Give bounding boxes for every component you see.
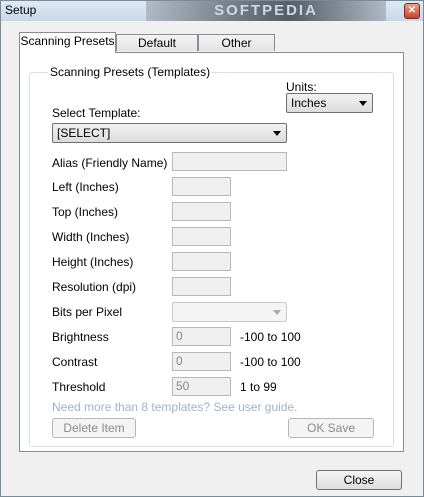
softpedia-watermark: SOFTPEDIA	[146, 1, 386, 21]
chevron-down-icon	[359, 101, 367, 106]
template-value: [SELECT]	[57, 126, 111, 140]
group-title: Scanning Presets (Templates)	[48, 65, 213, 79]
resolution-field[interactable]	[172, 277, 231, 296]
ok-save-button[interactable]: OK Save	[288, 418, 374, 438]
top-field[interactable]	[172, 202, 231, 221]
bits-label: Bits per Pixel	[52, 305, 123, 319]
height-field[interactable]	[172, 252, 231, 271]
tab-default-folders[interactable]: Default Folders	[116, 34, 198, 67]
threshold-field[interactable]: 50	[172, 377, 231, 396]
user-guide-link[interactable]: Need more than 8 templates? See user gui…	[52, 400, 297, 414]
units-select[interactable]: Inches	[286, 93, 373, 113]
contrast-label: Contrast	[52, 355, 98, 369]
contrast-field[interactable]: 0	[172, 352, 231, 371]
tab-other-settings[interactable]: Other Settings	[198, 34, 275, 67]
close-button[interactable]: Close	[316, 470, 402, 490]
top-label: Top (Inches)	[52, 205, 119, 219]
select-template-label: Select Template:	[52, 106, 141, 120]
alias-label: Alias (Friendly Name)	[52, 156, 168, 170]
contrast-range: -100 to 100	[240, 355, 301, 369]
left-label: Left (Inches)	[52, 180, 119, 194]
bits-select[interactable]	[172, 302, 287, 322]
height-label: Height (Inches)	[52, 255, 134, 269]
resolution-label: Resolution (dpi)	[52, 280, 137, 294]
title-bar: Setup SOFTPEDIA ✕	[1, 1, 423, 21]
template-select[interactable]: [SELECT]	[52, 123, 287, 143]
threshold-range: 1 to 99	[240, 380, 277, 394]
brightness-range: -100 to 100	[240, 330, 301, 344]
window-title: Setup	[5, 3, 37, 17]
units-label: Units:	[286, 80, 317, 94]
left-field[interactable]	[172, 177, 231, 196]
chevron-down-icon	[273, 310, 281, 315]
alias-field[interactable]	[172, 152, 287, 171]
tab-scanning-presets[interactable]: Scanning Presets	[19, 32, 116, 53]
units-value: Inches	[291, 96, 327, 110]
width-field[interactable]	[172, 227, 231, 246]
threshold-label: Threshold	[52, 380, 106, 394]
brightness-label: Brightness	[52, 330, 109, 344]
chevron-down-icon	[273, 131, 281, 136]
width-label: Width (Inches)	[52, 230, 130, 244]
brightness-field[interactable]: 0	[172, 327, 231, 346]
close-icon[interactable]: ✕	[404, 3, 420, 19]
delete-item-button[interactable]: Delete Item	[52, 418, 136, 438]
